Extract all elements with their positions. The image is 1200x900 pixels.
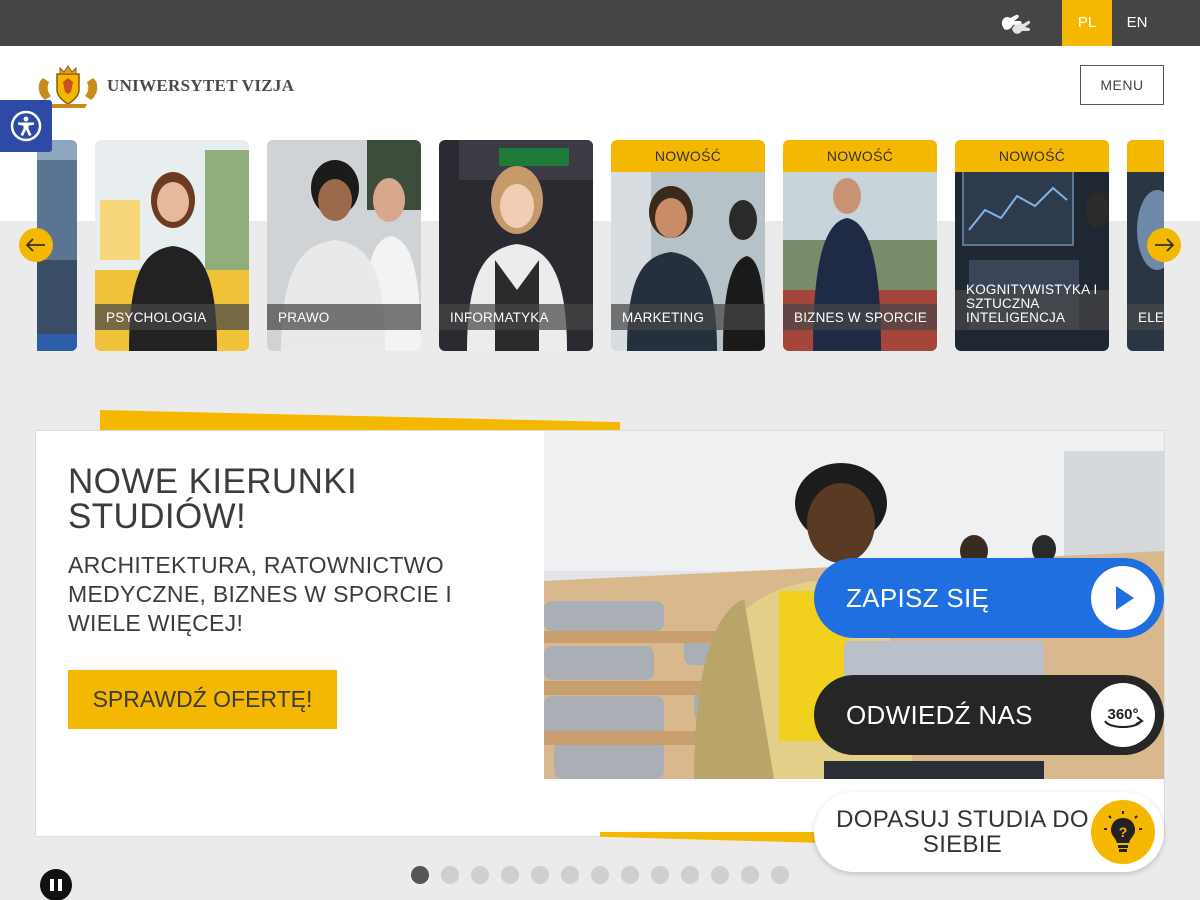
brand-name[interactable]: UNIWERSYTET VIZJA bbox=[107, 76, 294, 96]
svg-text:?: ? bbox=[1119, 824, 1128, 840]
lang-en-button[interactable]: EN bbox=[1112, 0, 1162, 46]
pause-button[interactable] bbox=[40, 869, 72, 900]
carousel-next-button[interactable] bbox=[1147, 228, 1181, 262]
slider-dot[interactable] bbox=[531, 866, 549, 884]
program-label: ELE RAD bbox=[1138, 310, 1164, 325]
new-badge: NOWOŚĆ bbox=[955, 140, 1109, 172]
signup-label: ZAPISZ SIĘ bbox=[846, 583, 990, 613]
lang-pl-button[interactable]: PL bbox=[1062, 0, 1112, 46]
new-badge: NOWOŚĆ bbox=[611, 140, 765, 172]
program-label: BIZNES W SPORCIE bbox=[794, 310, 927, 325]
slider-dot[interactable] bbox=[681, 866, 699, 884]
match-studies-button[interactable]: DOPASUJ STUDIA DO SIEBIE ? bbox=[814, 792, 1164, 872]
accessibility-icon bbox=[10, 110, 42, 142]
slider-dot[interactable] bbox=[471, 866, 489, 884]
slider-dot[interactable] bbox=[621, 866, 639, 884]
hero-title: NOWE KIERUNKI STUDIÓW! bbox=[68, 462, 358, 536]
program-card-informatyka[interactable]: INFORMATYKA bbox=[439, 140, 593, 351]
arrow-left-icon bbox=[26, 238, 45, 252]
program-label: PRAWO bbox=[278, 310, 330, 325]
program-card-prawo[interactable]: PRAWO bbox=[267, 140, 421, 351]
slider-dot[interactable] bbox=[411, 866, 429, 884]
program-card-psychologia[interactable]: PSYCHOLOGIA bbox=[95, 140, 249, 351]
slider-dot[interactable] bbox=[441, 866, 459, 884]
new-badge bbox=[1127, 140, 1164, 172]
pause-icon bbox=[50, 879, 54, 891]
menu-button[interactable]: MENU bbox=[1080, 65, 1164, 105]
slider-dot[interactable] bbox=[561, 866, 579, 884]
slider-dot[interactable] bbox=[741, 866, 759, 884]
slider-dot[interactable] bbox=[651, 866, 669, 884]
slider-dot[interactable] bbox=[771, 866, 789, 884]
carousel-prev-button[interactable] bbox=[19, 228, 53, 262]
lightbulb-icon: ? bbox=[1091, 800, 1155, 864]
program-label: PSYCHOLOGIA bbox=[106, 310, 207, 325]
slider-dot[interactable] bbox=[711, 866, 729, 884]
visit-label: ODWIEDŹ NAS bbox=[846, 700, 1033, 730]
accessibility-button[interactable] bbox=[0, 100, 52, 152]
program-card-marketing[interactable]: NOWOŚĆ MARKETING bbox=[611, 140, 765, 351]
program-carousel: PSYCHOLOGIA PRAWO INFORMATYKA NOWOŚĆ MAR… bbox=[37, 140, 1164, 352]
slider-dot[interactable] bbox=[591, 866, 609, 884]
svg-text:360°: 360° bbox=[1107, 706, 1138, 723]
sign-language-icon[interactable] bbox=[996, 9, 1034, 37]
slider-dot[interactable] bbox=[501, 866, 519, 884]
360-view-icon: 360° bbox=[1091, 683, 1155, 747]
match-studies-label: DOPASUJ STUDIA DO SIEBIE bbox=[836, 806, 1089, 858]
signup-button[interactable]: ZAPISZ SIĘ bbox=[814, 558, 1164, 638]
pause-icon bbox=[58, 879, 62, 891]
accent-stripe bbox=[100, 410, 620, 432]
new-badge: NOWOŚĆ bbox=[783, 140, 937, 172]
play-icon bbox=[1091, 566, 1155, 630]
hero-subtitle: ARCHITEKTURA, RATOWNICTWO MEDYCZNE, BIZN… bbox=[68, 552, 453, 636]
visit-button[interactable]: ODWIEDŹ NAS 360° bbox=[814, 675, 1164, 755]
program-card-kognitywistyka[interactable]: NOWOŚĆ KOGNITYWISTYKA I SZTUCZNA INTELIG… bbox=[955, 140, 1109, 351]
check-offer-button[interactable]: SPRAWDŹ OFERTĘ! bbox=[68, 670, 337, 729]
top-bar: PL EN bbox=[0, 0, 1200, 46]
program-card-biznes-w-sporcie[interactable]: NOWOŚĆ BIZNES W SPORCIE bbox=[783, 140, 937, 351]
arrow-right-icon bbox=[1155, 238, 1174, 252]
program-label: KOGNITYWISTYKA I SZTUCZNA INTELIGENCJA bbox=[966, 282, 1098, 325]
program-label: MARKETING bbox=[622, 310, 705, 325]
program-label: INFORMATYKA bbox=[450, 310, 549, 325]
